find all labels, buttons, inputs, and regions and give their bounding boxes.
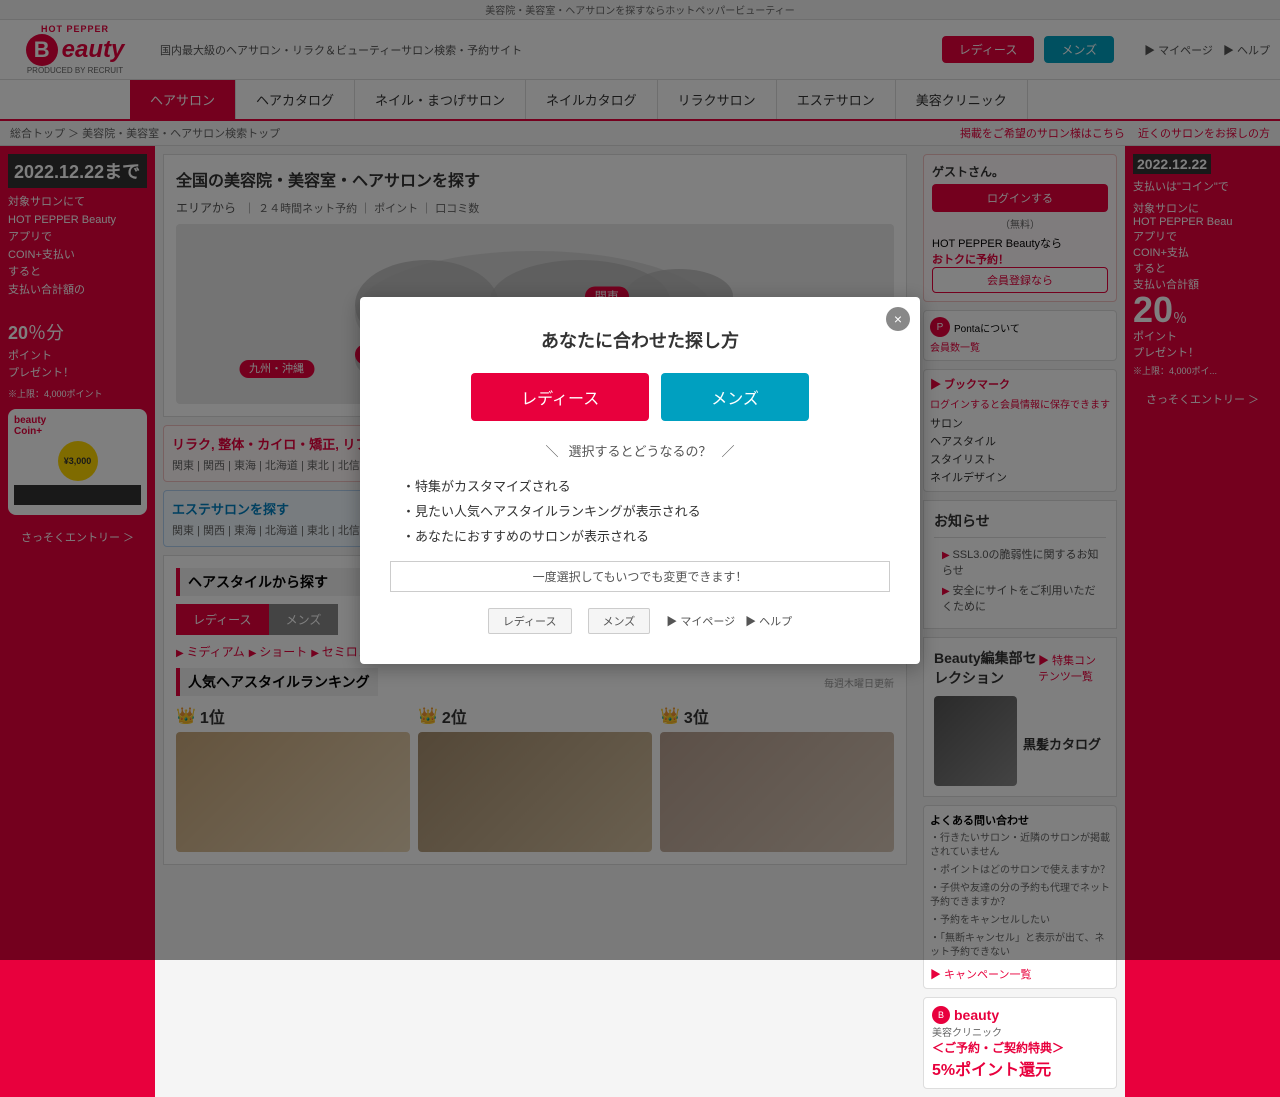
modal-help-link[interactable]: ▶ ヘルプ xyxy=(745,613,792,629)
modal-divider-text: 選択するとどうなるの？ xyxy=(568,441,711,460)
clinic-offer: ＜ご予約・ご契約特典＞ xyxy=(932,1039,1108,1056)
clinic-discount: 5%ポイント還元 xyxy=(932,1056,1108,1080)
clinic-logo-text: beauty xyxy=(954,1007,999,1023)
modal-bullets: 特集がカスタマイズされる 見たい人気ヘアスタイルランキングが表示される あなたに… xyxy=(390,476,890,545)
modal-divider: ＼ 選択するとどうなるの？ ／ xyxy=(390,441,890,460)
modal-ladies-button[interactable]: レディース xyxy=(471,373,649,421)
modal-gender-buttons: レディース メンズ xyxy=(390,373,890,421)
clinic-subtitle: 美容クリニック xyxy=(932,1024,1108,1039)
modal-overlay[interactable]: × あなたに合わせた探し方 レディース メンズ ＼ 選択するとどうなるの？ ／ … xyxy=(0,0,1280,960)
modal-title: あなたに合わせた探し方 xyxy=(390,327,890,353)
modal-links: ▶ マイページ ▶ ヘルプ xyxy=(666,613,792,629)
modal-sub-mens-button[interactable]: メンズ xyxy=(588,608,651,634)
modal-mens-button[interactable]: メンズ xyxy=(661,373,809,421)
modal-bottom: レディース メンズ ▶ マイページ ▶ ヘルプ xyxy=(390,608,890,634)
modal-mypage-link[interactable]: ▶ マイページ xyxy=(666,613,735,629)
modal-note: 一度選択してもいつでも変更できます！ xyxy=(390,561,890,592)
clinic-logo-row: B beauty xyxy=(932,1006,1108,1024)
modal-bullet-1: 特集がカスタマイズされる xyxy=(390,476,890,495)
modal-sub-ladies-button[interactable]: レディース xyxy=(488,608,572,634)
clinic-banner: B beauty 美容クリニック ＜ご予約・ご契約特典＞ 5%ポイント還元 xyxy=(923,997,1117,1089)
clinic-b-icon: B xyxy=(932,1006,950,1024)
modal: × あなたに合わせた探し方 レディース メンズ ＼ 選択するとどうなるの？ ／ … xyxy=(360,297,920,664)
modal-bullet-2: 見たい人気ヘアスタイルランキングが表示される xyxy=(390,501,890,520)
modal-close-button[interactable]: × xyxy=(886,307,910,331)
modal-bullet-3: あなたにおすすめのサロンが表示される xyxy=(390,526,890,545)
campaign-link[interactable]: ▶ キャンペーン一覧 xyxy=(930,966,1110,982)
